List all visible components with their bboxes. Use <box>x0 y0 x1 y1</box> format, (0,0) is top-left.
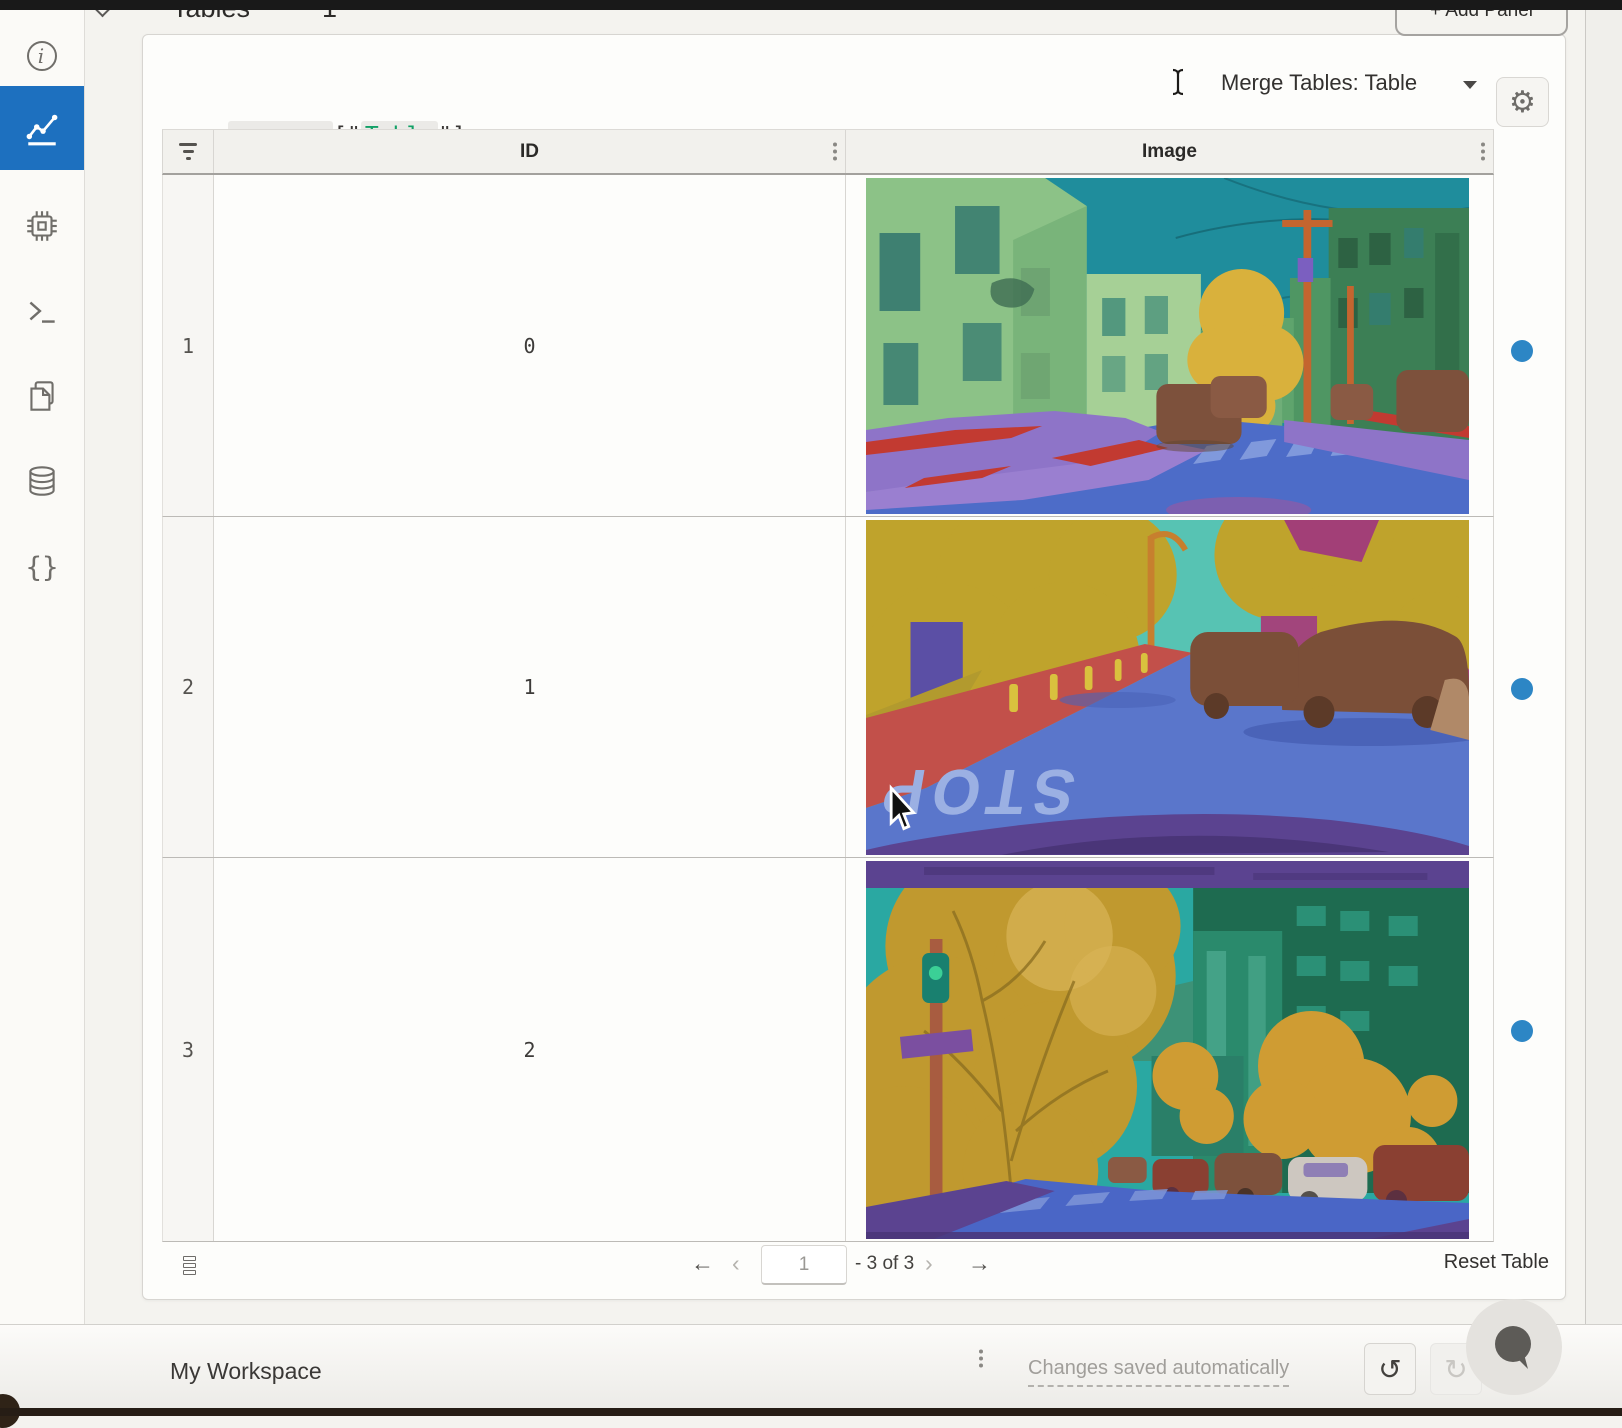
filter-icon[interactable] <box>179 141 197 162</box>
workspace-footer: My Workspace Changes saved automatically… <box>0 1324 1622 1416</box>
cell-image[interactable] <box>846 858 1493 1241</box>
column-header-image[interactable]: Image <box>846 130 1493 173</box>
segmentation-image-street[interactable] <box>866 178 1469 514</box>
window-bottom-edge <box>0 1408 1622 1416</box>
sidebar-item-info[interactable]: i <box>0 20 84 92</box>
cell-image[interactable]: STOP <box>846 517 1493 857</box>
text-cursor <box>1169 67 1189 97</box>
table-corner-cell <box>163 130 214 173</box>
gear-icon: ⚙ <box>1509 85 1536 120</box>
sidebar-item-code[interactable]: {} <box>0 531 84 603</box>
workspace-title[interactable]: My Workspace <box>170 1358 322 1385</box>
row-number: 2 <box>163 517 214 857</box>
table-rows-icon[interactable] <box>183 1256 196 1277</box>
table-row[interactable]: 2 1 <box>162 517 1494 858</box>
column-label: Image <box>1142 141 1197 163</box>
segmentation-image-stop-street[interactable]: STOP <box>866 520 1469 855</box>
undo-icon: ↺ <box>1378 1353 1401 1386</box>
cell-id: 1 <box>214 517 846 857</box>
chevron-down-icon[interactable] <box>1463 81 1477 89</box>
files-icon <box>23 377 61 415</box>
first-page-button[interactable]: ← <box>691 1250 714 1277</box>
segmentation-image-city-street[interactable] <box>866 861 1469 1239</box>
chat-bubble-icon <box>1488 1321 1540 1373</box>
info-icon: i <box>24 38 60 74</box>
system-chip-icon <box>23 207 61 245</box>
table-footer: ← ‹ - 3 of 3 › → Reset Table <box>143 1242 1565 1292</box>
undo-button[interactable]: ↺ <box>1364 1343 1416 1395</box>
svg-text:i: i <box>38 44 44 68</box>
runs-table: ID Image 1 0 <box>162 129 1494 1242</box>
previous-page-button[interactable]: ‹ <box>732 1250 740 1277</box>
terminal-icon <box>23 292 61 330</box>
sidebar-item-charts[interactable] <box>0 86 84 170</box>
left-sidebar: i <box>0 10 85 1324</box>
sidebar-item-logs[interactable] <box>0 275 84 347</box>
page-scrollbar[interactable] <box>1585 10 1622 1324</box>
cell-id: 2 <box>214 858 846 1241</box>
last-page-button[interactable]: → <box>968 1250 991 1277</box>
line-chart-icon <box>23 109 61 147</box>
sidebar-item-artifacts[interactable] <box>0 445 84 517</box>
table-row[interactable]: 3 2 <box>162 858 1494 1242</box>
column-menu-icon[interactable] <box>833 141 837 162</box>
column-header-id[interactable]: ID <box>214 130 846 173</box>
run-color-dot[interactable] <box>1511 340 1533 362</box>
run-color-dot[interactable] <box>1511 1020 1533 1042</box>
chat-fab[interactable] <box>1466 1299 1562 1395</box>
svg-text:{}: {} <box>25 553 58 584</box>
merge-tables-dropdown[interactable]: Merge Tables: Table <box>1221 70 1541 96</box>
row-number: 1 <box>163 175 214 516</box>
page-range-label: - 3 of 3 <box>855 1253 914 1275</box>
code-braces-icon: {} <box>23 548 61 586</box>
table-row[interactable]: 1 0 <box>162 175 1494 517</box>
autosave-status[interactable]: Changes saved automatically <box>1028 1357 1289 1387</box>
column-label: ID <box>520 141 539 163</box>
column-menu-icon[interactable] <box>1481 141 1485 162</box>
window-top-edge <box>0 0 1622 10</box>
sidebar-item-files[interactable] <box>0 360 84 432</box>
page-number-input[interactable] <box>761 1245 847 1285</box>
table-header-row: ID Image <box>162 129 1494 175</box>
next-page-button[interactable]: › <box>925 1250 933 1277</box>
row-number: 3 <box>163 858 214 1241</box>
redo-icon: ↻ <box>1444 1353 1467 1386</box>
cell-id: 0 <box>214 175 846 516</box>
workspace-menu-icon[interactable] <box>347 1348 1614 1369</box>
database-icon <box>23 462 61 500</box>
table-panel: runs.summary["Table"] Merge Tables: Tabl… <box>142 34 1566 1300</box>
panel-settings-button[interactable]: ⚙ <box>1496 77 1549 127</box>
run-color-dot[interactable] <box>1511 678 1533 700</box>
cell-image[interactable] <box>846 175 1493 516</box>
sidebar-item-system[interactable] <box>0 190 84 262</box>
reset-table-button[interactable]: Reset Table <box>1444 1251 1549 1274</box>
